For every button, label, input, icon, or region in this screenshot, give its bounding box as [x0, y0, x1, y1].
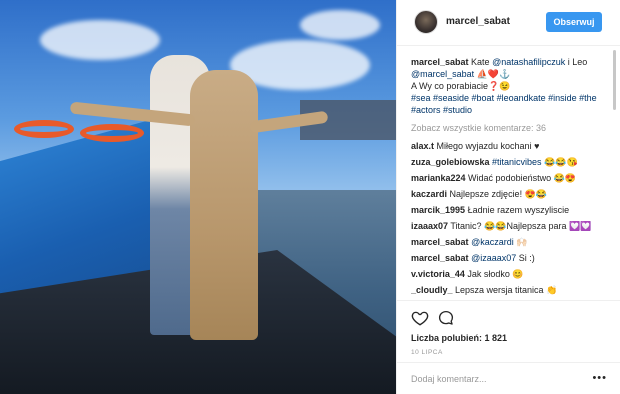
- comment-text: Lepsza wersja titanica 👏: [452, 285, 558, 295]
- post-photo[interactable]: [0, 0, 396, 394]
- photo-lifebuoy: [14, 120, 74, 138]
- post-actions: Liczba polubień: 1 821 10 LIPCA: [397, 300, 620, 362]
- comment-text: Ładnie razem wyszyliscie: [465, 205, 570, 215]
- post-username[interactable]: marcel_sabat: [446, 16, 510, 27]
- caption-line: A Wy co porabiacie❓😉: [411, 81, 511, 91]
- comment-mention[interactable]: @kaczardi: [471, 237, 514, 247]
- avatar[interactable]: [414, 10, 438, 34]
- caption-text: Kate: [468, 57, 493, 67]
- comment-row: marcel_sabat @kaczardi 🙌🏻: [411, 236, 607, 248]
- comment-user[interactable]: marcel_sabat: [411, 253, 469, 263]
- comment-user[interactable]: marianka224: [411, 173, 466, 183]
- more-options-button[interactable]: •••: [592, 372, 607, 384]
- comment-text: Si :): [516, 253, 535, 263]
- follow-button[interactable]: Obserwuj: [546, 12, 602, 32]
- view-all-comments-link[interactable]: Zobacz wszystkie komentarze: 36: [411, 122, 607, 134]
- photo-cloud: [300, 10, 380, 40]
- comment-user[interactable]: marcel_sabat: [411, 237, 469, 247]
- caption: marcel_sabat Kate @natashafilipczuk i Le…: [411, 56, 607, 116]
- comment-user[interactable]: kaczardi: [411, 189, 447, 199]
- comment-row: izaaax07 Titanic? 😂😂Najlepsza para 💟💟: [411, 220, 607, 232]
- comment-user[interactable]: v.victoria_44: [411, 269, 465, 279]
- post-header: marcel_sabat Obserwuj: [397, 0, 620, 46]
- photo-woman: [190, 70, 258, 340]
- comments-list[interactable]: marcel_sabat Kate @natashafilipczuk i Le…: [397, 46, 620, 300]
- comment-icon[interactable]: [437, 309, 455, 327]
- comment-text: Najlepsze zdjęcie! 😍😂: [447, 189, 547, 199]
- comment-text: Widać podobieństwo 😂😍: [465, 173, 577, 183]
- likes-count[interactable]: Liczba polubień: 1 821: [411, 333, 507, 343]
- comment-row: marcik_1995 Ładnie razem wyszyliscie: [411, 204, 607, 216]
- comment-text[interactable]: #titanicvibes 😂😂😘: [490, 157, 578, 167]
- post-date[interactable]: 10 LIPCA: [411, 349, 443, 356]
- comment-text: 🙌🏻: [513, 237, 528, 247]
- comment-user[interactable]: _cloudly_: [411, 285, 453, 295]
- comment-row: v.victoria_44 Jak słodko 😊: [411, 268, 607, 280]
- add-comment-bar: •••: [397, 362, 620, 394]
- comment-row: _cloudly_ Lepsza wersja titanica 👏: [411, 284, 607, 296]
- comment-text: Miłego wyjazdu kochani ♥: [434, 141, 540, 151]
- caption-user[interactable]: marcel_sabat: [411, 57, 469, 67]
- photo-lifebuoy: [80, 124, 144, 142]
- comment-user[interactable]: marcik_1995: [411, 205, 465, 215]
- caption-mention[interactable]: @marcel_sabat: [411, 69, 474, 79]
- photo-cloud: [40, 20, 160, 60]
- caption-text: i Leo: [565, 57, 588, 67]
- comment-row: zuza_golebiowska #titanicvibes 😂😂😘: [411, 156, 607, 168]
- post-panel: marcel_sabat Obserwuj marcel_sabat Kate …: [396, 0, 620, 394]
- comment-row: kaczardi Najlepsze zdjęcie! 😍😂: [411, 188, 607, 200]
- caption-mention[interactable]: @natashafilipczuk: [492, 57, 565, 67]
- comment-user[interactable]: alax.t: [411, 141, 434, 151]
- comment-text: Jak słodko 😊: [464, 269, 524, 279]
- comment-user[interactable]: zuza_golebiowska: [411, 157, 490, 167]
- comment-user[interactable]: izaaax07: [411, 221, 448, 231]
- comment-mention[interactable]: @izaaax07: [471, 253, 516, 263]
- comment-text: Titanic? 😂😂Najlepsza para 💟💟: [448, 221, 592, 231]
- comment-row: alax.t Miłego wyjazdu kochani ♥: [411, 140, 607, 152]
- heart-icon[interactable]: [411, 309, 429, 327]
- caption-hashtags[interactable]: #sea #seaside #boat #leoandkate #inside …: [411, 93, 597, 115]
- add-comment-input[interactable]: [411, 372, 581, 386]
- caption-emoji: ⛵❤️⚓: [474, 69, 511, 79]
- comment-row: marcel_sabat @izaaax07 Si :): [411, 252, 607, 264]
- comments-scrollbar[interactable]: [613, 50, 616, 110]
- comment-row: marianka224 Widać podobieństwo 😂😍: [411, 172, 607, 184]
